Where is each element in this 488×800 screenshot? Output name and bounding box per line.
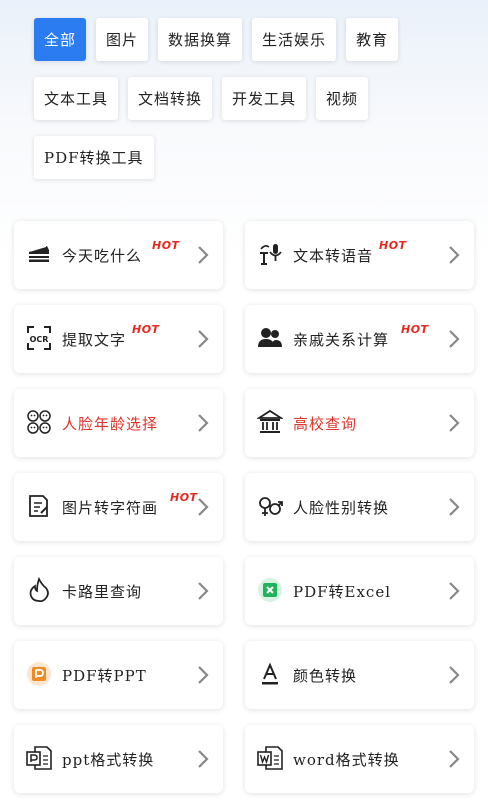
hot-badge: HOT: [379, 239, 407, 252]
relatives-icon: [257, 325, 283, 351]
tool-card-word-format[interactable]: word格式转换: [245, 725, 474, 793]
tool-label: 图片转字符画: [62, 499, 159, 517]
tool-label: PDF转Excel: [293, 583, 392, 601]
chevron-right-icon: [448, 413, 460, 433]
cake-icon: [26, 241, 52, 267]
tool-label: 亲戚关系计算: [293, 331, 390, 349]
hot-badge: HOT: [132, 323, 160, 336]
tool-card-image-to-ascii[interactable]: 图片转字符画 HOT: [14, 473, 223, 541]
gender-icon: [257, 493, 283, 519]
tool-card-calorie[interactable]: 卡路里查询: [14, 557, 223, 625]
tool-label: 颜色转换: [293, 667, 358, 685]
chevron-right-icon: [448, 581, 460, 601]
pdf-ppt-icon: [26, 661, 52, 687]
chevron-right-icon: [197, 413, 209, 433]
tool-label: 今天吃什么: [62, 247, 143, 265]
university-icon: [257, 409, 283, 435]
tab-lifestyle[interactable]: 生活娱乐: [252, 18, 337, 61]
hot-badge: HOT: [170, 491, 198, 504]
tool-card-color-convert[interactable]: 颜色转换: [245, 641, 474, 709]
tool-label: ppt格式转换: [62, 751, 155, 769]
svg-text:OCR: OCR: [30, 335, 49, 344]
tool-card-gender-swap[interactable]: 人脸性别转换: [245, 473, 474, 541]
tab-dev-tools[interactable]: 开发工具: [222, 77, 307, 120]
tool-label: 卡路里查询: [62, 583, 143, 601]
face-age-icon: [26, 409, 52, 435]
tool-card-what-to-eat[interactable]: 今天吃什么 HOT: [14, 221, 223, 289]
tool-card-relatives[interactable]: 亲戚关系计算 HOT: [245, 305, 474, 373]
chevron-right-icon: [197, 749, 209, 769]
word-file-icon: [257, 745, 283, 771]
chevron-right-icon: [448, 329, 460, 349]
tool-card-ppt-format[interactable]: ppt格式转换: [14, 725, 223, 793]
hot-badge: HOT: [401, 323, 429, 336]
tool-card-pdf-to-excel[interactable]: PDF转Excel: [245, 557, 474, 625]
tool-label: word格式转换: [293, 751, 400, 769]
tool-label: 人脸年龄选择: [62, 415, 159, 433]
chevron-right-icon: [197, 245, 209, 265]
hot-badge: HOT: [152, 239, 180, 252]
tool-card-extract-text[interactable]: OCR 提取文字 HOT: [14, 305, 223, 373]
chevron-right-icon: [197, 497, 209, 517]
chevron-right-icon: [448, 749, 460, 769]
tool-card-face-age[interactable]: 人脸年龄选择: [14, 389, 223, 457]
text-to-speech-icon: [257, 241, 283, 267]
tool-label: 高校查询: [293, 415, 358, 433]
tool-label: 文本转语音: [293, 247, 374, 265]
chevron-right-icon: [197, 329, 209, 349]
tool-label: 提取文字: [62, 331, 127, 349]
tab-all[interactable]: 全部: [34, 18, 87, 61]
tab-data-conversion[interactable]: 数据换算: [158, 18, 243, 61]
ocr-icon: OCR: [26, 325, 52, 351]
tool-card-university[interactable]: 高校查询: [245, 389, 474, 457]
tool-card-text-to-speech[interactable]: 文本转语音 HOT: [245, 221, 474, 289]
chevron-right-icon: [197, 581, 209, 601]
tool-card-pdf-to-ppt[interactable]: PDF转PPT: [14, 641, 223, 709]
chevron-right-icon: [448, 497, 460, 517]
tab-video[interactable]: 视频: [316, 77, 369, 120]
pdf-excel-icon: [257, 577, 283, 603]
chevron-right-icon: [197, 665, 209, 685]
tab-image[interactable]: 图片: [96, 18, 149, 61]
tab-pdf-tools[interactable]: PDF转换工具: [34, 136, 154, 179]
tab-education[interactable]: 教育: [346, 18, 399, 61]
category-tabs: 全部 图片 数据换算 生活娱乐 教育 文本工具 文档转换 开发工具 视频 PDF…: [34, 18, 474, 179]
tab-text-tools[interactable]: 文本工具: [34, 77, 119, 120]
flame-icon: [26, 577, 52, 603]
tool-grid: 今天吃什么 HOT 文本转语音 HOT OCR 提取文字 HOT 亲戚关系计算 …: [14, 221, 474, 793]
image-to-ascii-icon: [26, 493, 52, 519]
ppt-file-icon: [26, 745, 52, 771]
tool-label: PDF转PPT: [62, 667, 147, 685]
chevron-right-icon: [448, 245, 460, 265]
font-color-icon: [257, 661, 283, 687]
tool-label: 人脸性别转换: [293, 499, 390, 517]
tab-document-conversion[interactable]: 文档转换: [128, 77, 213, 120]
chevron-right-icon: [448, 665, 460, 685]
